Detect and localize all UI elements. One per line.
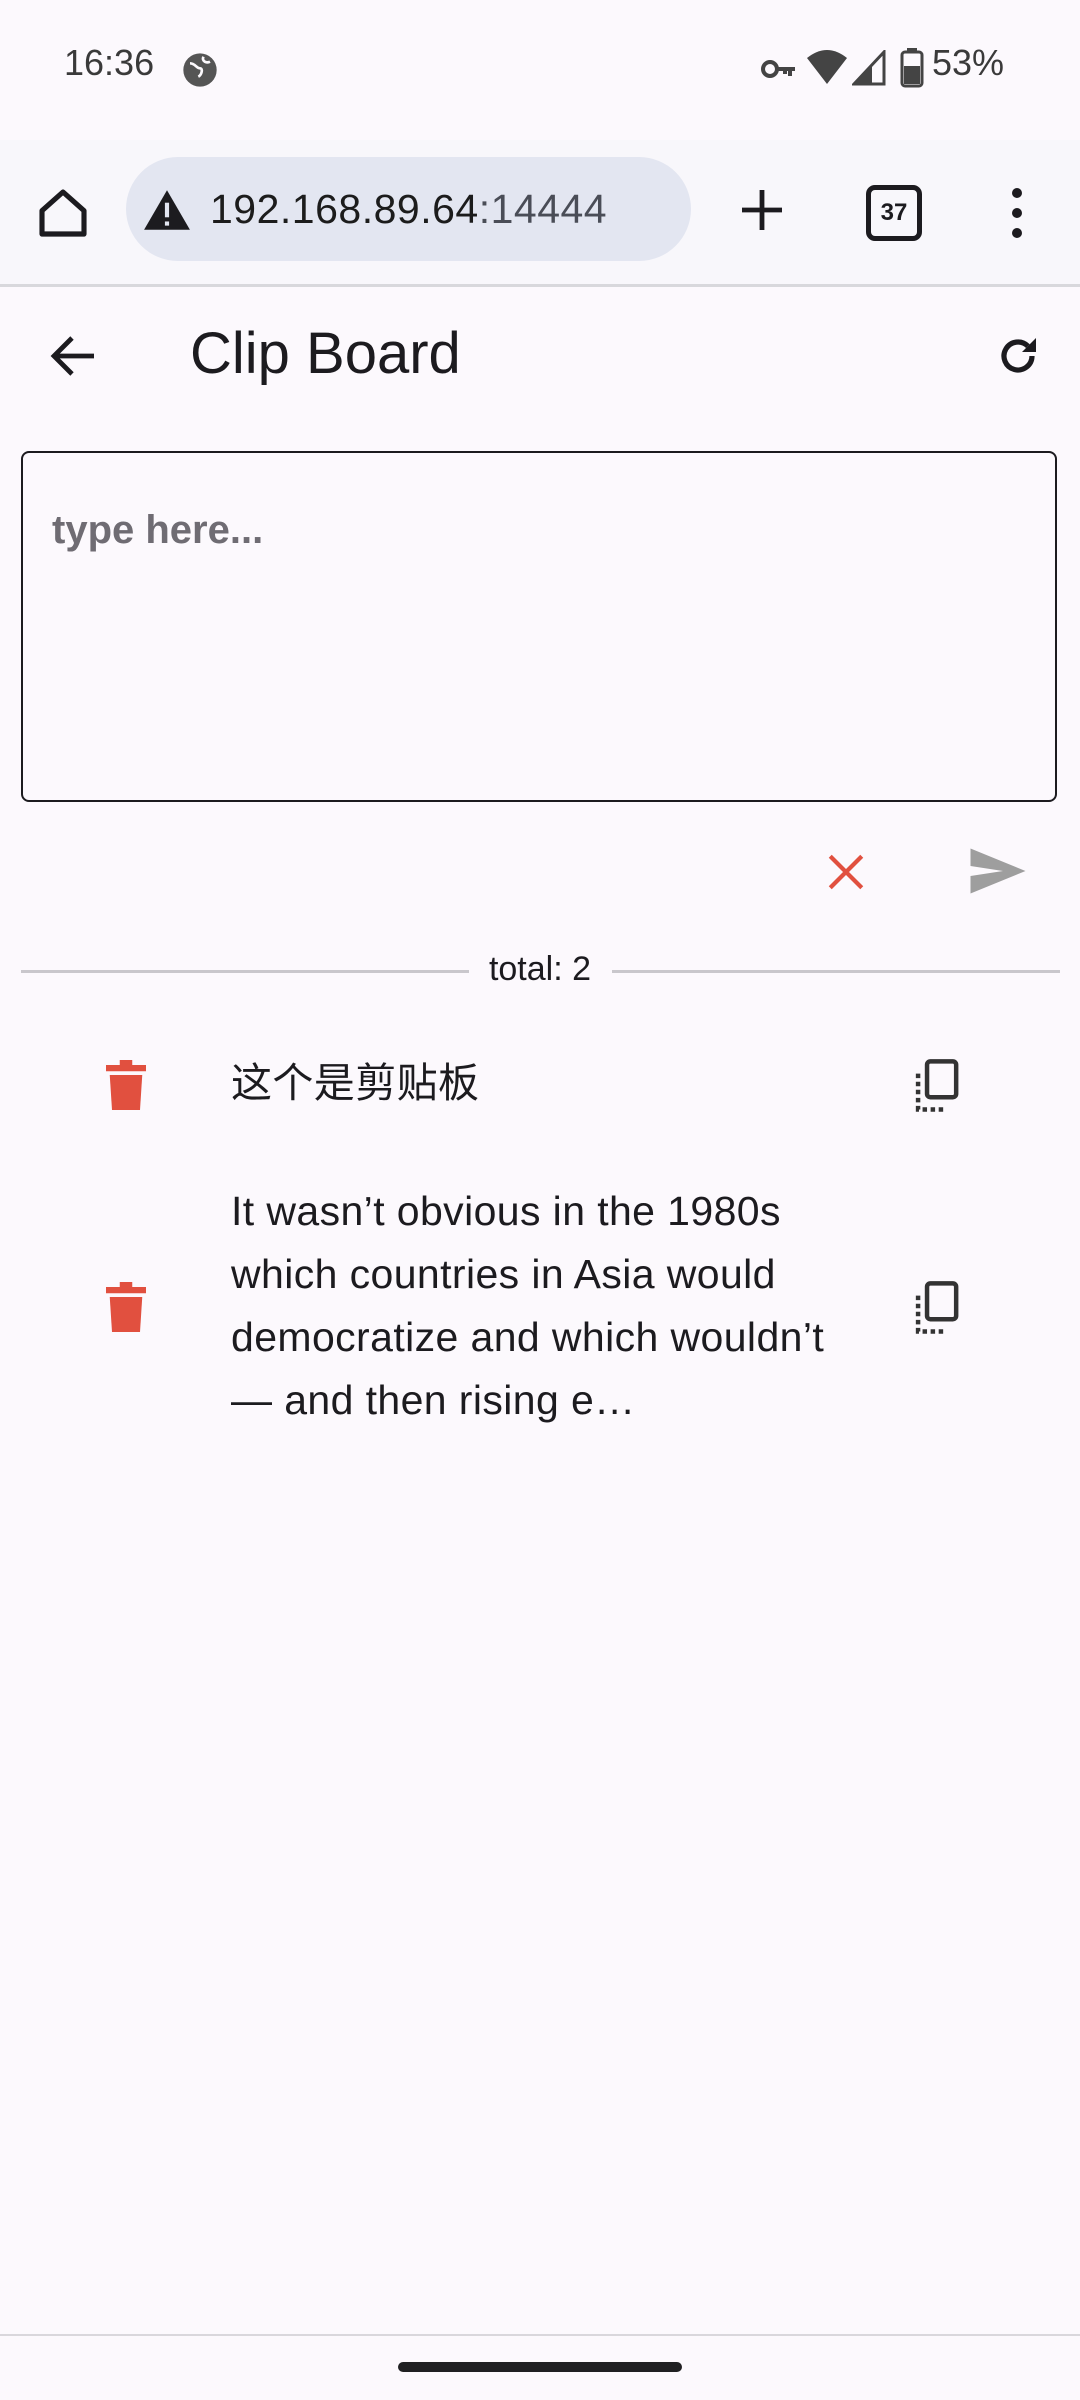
wifi-icon <box>806 48 848 91</box>
url-host: 192.168.89.64 <box>210 186 479 232</box>
url-port: :14444 <box>478 186 608 232</box>
close-icon[interactable] <box>820 846 872 898</box>
more-icon[interactable] <box>1000 180 1034 246</box>
home-gesture-bar[interactable] <box>398 2362 682 2372</box>
textarea-placeholder: type here... <box>52 508 264 552</box>
clip-text: It wasn’t obvious in the 1980s which cou… <box>231 1188 825 1423</box>
total-count: total: 2 <box>0 950 1080 989</box>
refresh-icon[interactable] <box>990 328 1046 384</box>
trash-icon[interactable] <box>100 1056 152 1114</box>
status-time: 16:36 <box>64 42 155 83</box>
list-item: It wasn’t obvious in the 1980s which cou… <box>0 1180 1080 1440</box>
clipboard-textarea[interactable] <box>21 451 1057 802</box>
key-icon <box>760 54 798 89</box>
clip-text: 这个是剪贴板 <box>231 1060 480 1106</box>
battery-icon <box>900 48 924 93</box>
back-arrow-icon[interactable] <box>44 330 104 382</box>
total-count-label: total: 2 <box>474 950 606 988</box>
tabs-icon[interactable]: 37 <box>866 185 922 241</box>
home-icon[interactable] <box>30 180 96 246</box>
copy-icon[interactable] <box>904 1054 968 1118</box>
trash-icon[interactable] <box>100 1278 152 1336</box>
battery-percent: 53% <box>931 42 1004 83</box>
signal-icon <box>850 48 886 91</box>
send-icon[interactable] <box>966 842 1030 900</box>
copy-icon[interactable] <box>904 1276 968 1340</box>
globe-icon <box>180 50 220 95</box>
nav-divider <box>0 2334 1080 2336</box>
url-text[interactable]: 192.168.89.64:14444 <box>210 186 607 233</box>
plus-icon[interactable] <box>732 180 792 240</box>
warning-icon[interactable] <box>142 188 192 237</box>
list-item: 这个是剪贴板 <box>0 1030 1080 1140</box>
page-title: Clip Board <box>190 321 461 386</box>
